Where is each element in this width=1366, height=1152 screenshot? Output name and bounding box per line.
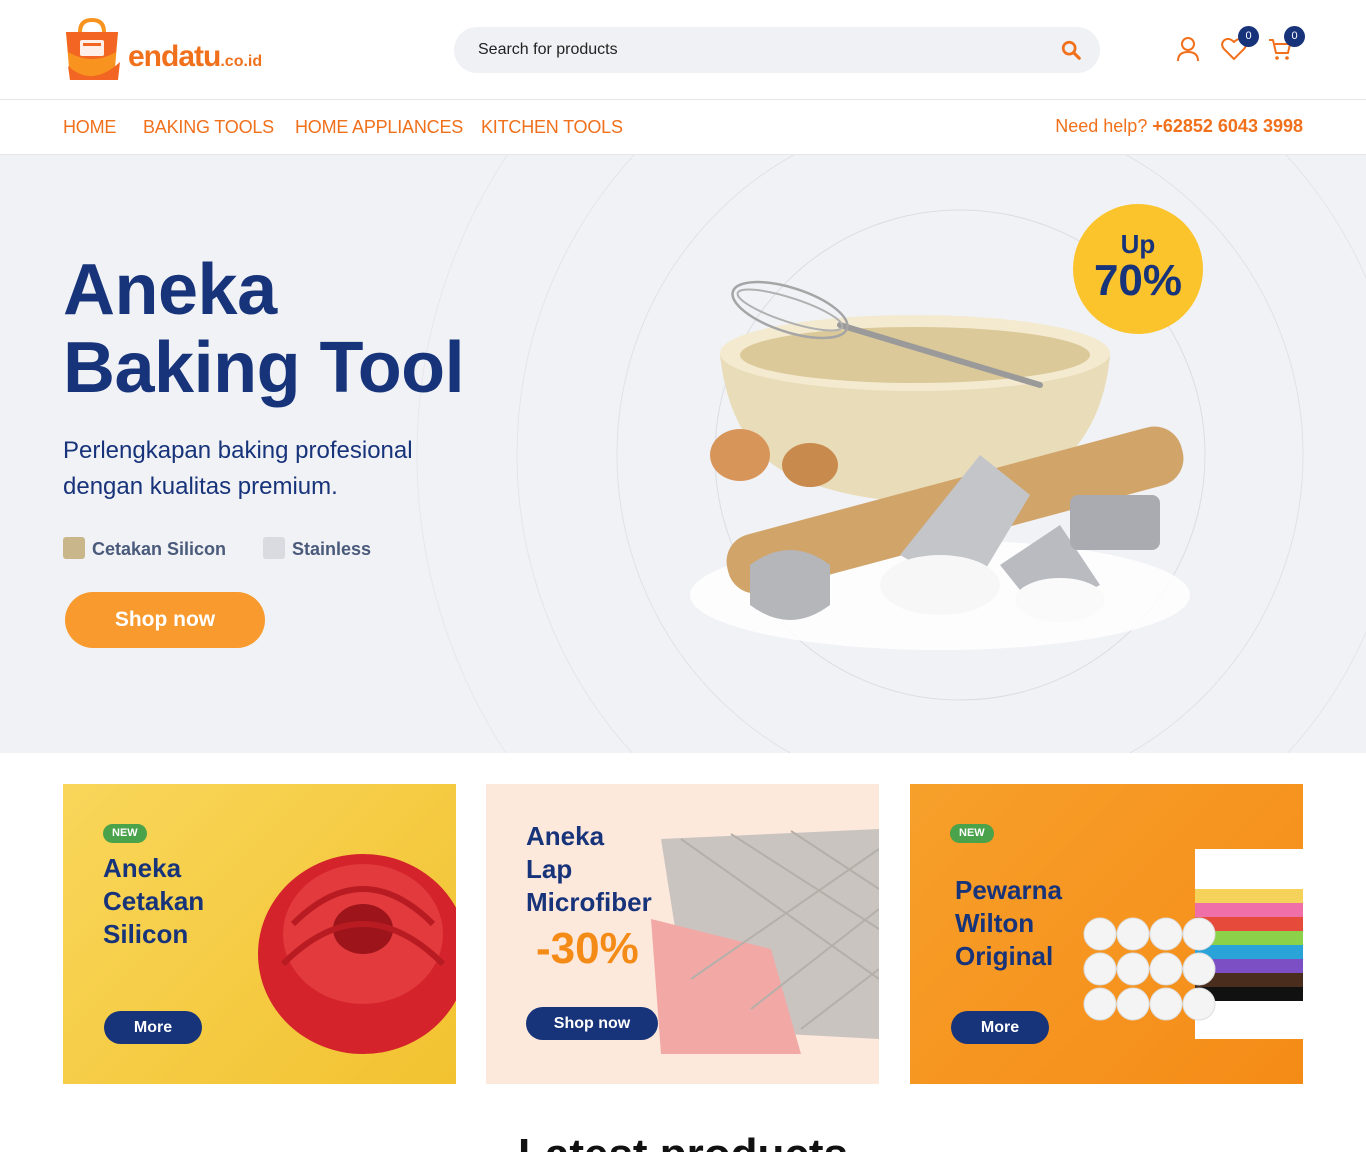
hero-shop-now-button[interactable]: Shop now (65, 592, 265, 648)
cart-count-badge: 0 (1284, 26, 1305, 47)
promo-line2: 70% (1093, 256, 1183, 305)
banner-title: Aneka Lap Microfiber (526, 820, 652, 919)
promo-line1: Up (1120, 229, 1156, 259)
banner-more-button[interactable]: More (951, 1011, 1049, 1044)
hero-title-line1: Aneka (63, 250, 277, 330)
wishlist-button[interactable]: 0 (1221, 26, 1259, 62)
discount-label: -30% (536, 924, 639, 973)
banner-title-line: Microfiber (526, 887, 652, 917)
shopping-bag-logo-icon (66, 18, 120, 80)
nav-item-kitchen-tools[interactable]: KITCHEN TOOLS (481, 117, 623, 138)
banner-title-line: Cetakan (103, 886, 205, 916)
feature-silicon-label: Cetakan Silicon (92, 539, 227, 559)
nav-item-baking-tools[interactable]: BAKING TOOLS (143, 117, 274, 138)
banner-lap-microfiber[interactable]: Aneka Lap Microfiber -30% Shop now (486, 784, 879, 1084)
promo-badge: Up 70% (1073, 204, 1203, 334)
main-nav: HOME BAKING TOOLS HOME APPLIANCES KITCHE… (0, 101, 1366, 155)
feature-stainless-label: Stainless (292, 539, 372, 559)
stainless-thumbnail-icon (263, 537, 285, 559)
banner-cetakan-silicon[interactable]: NEW Aneka Cetakan Silicon More (63, 784, 456, 1084)
nav-item-home-appliances[interactable]: HOME APPLIANCES (295, 117, 463, 138)
logo-text: endatu.co.id (128, 40, 263, 73)
hero-title-line2: Baking Tool (63, 328, 465, 408)
banner-title: Aneka Cetakan Silicon (103, 852, 204, 951)
banner-title-line: Pewarna (955, 875, 1062, 905)
header: endatu.co.id 0 0 (0, 0, 1366, 100)
new-badge: NEW (950, 824, 994, 843)
help-phone-link[interactable]: +62852 6043 3998 (1152, 116, 1303, 136)
feature-silicon-mold: Cetakan Silicon (63, 537, 226, 560)
silicone-bundt-mold-image (258, 854, 456, 1054)
help-contact: Need help? +62852 6043 3998 (1055, 116, 1303, 137)
banner-title-line: Aneka (103, 853, 182, 883)
new-badge: NEW (103, 824, 147, 843)
hero-slider: Aneka Baking Tool Perlengkapan baking pr… (0, 155, 1366, 753)
logo-suffix: .co.id (220, 53, 263, 70)
search-icon[interactable] (1060, 39, 1082, 61)
banner-title: Pewarna Wilton Original (955, 874, 1062, 973)
help-label: Need help? (1055, 116, 1148, 136)
banner-title-line: Silicon (103, 919, 189, 949)
user-account-icon[interactable] (1175, 36, 1201, 62)
silicon-mold-thumbnail-icon (63, 537, 85, 559)
banner-title-line: Aneka (526, 821, 605, 851)
banner-title-line: Lap (526, 854, 573, 884)
wishlist-count-badge: 0 (1238, 26, 1259, 47)
logo[interactable]: endatu.co.id (62, 14, 282, 86)
nav-item-home[interactable]: HOME (63, 117, 116, 138)
section-title-latest-products: Latest products (0, 1130, 1366, 1152)
banner-title-line: Wilton (955, 908, 1035, 938)
cart-button[interactable]: 0 (1267, 26, 1305, 62)
food-coloring-set-image (1083, 849, 1303, 1039)
banner-shop-now-button[interactable]: Shop now (526, 1007, 658, 1040)
search-bar (454, 27, 1100, 73)
microfiber-cloth-image (651, 829, 879, 1054)
hero-title: Aneka Baking Tool (63, 250, 465, 408)
feature-stainless: Stainless (263, 537, 371, 560)
hero-subtitle: Perlengkapan baking profesional dengan k… (63, 437, 413, 500)
banner-more-button[interactable]: More (104, 1011, 202, 1044)
banner-pewarna-wilton[interactable]: NEW Pewarna Wilton Original More (910, 784, 1303, 1084)
search-input[interactable] (478, 27, 1038, 73)
banner-title-line: Original (955, 941, 1054, 971)
